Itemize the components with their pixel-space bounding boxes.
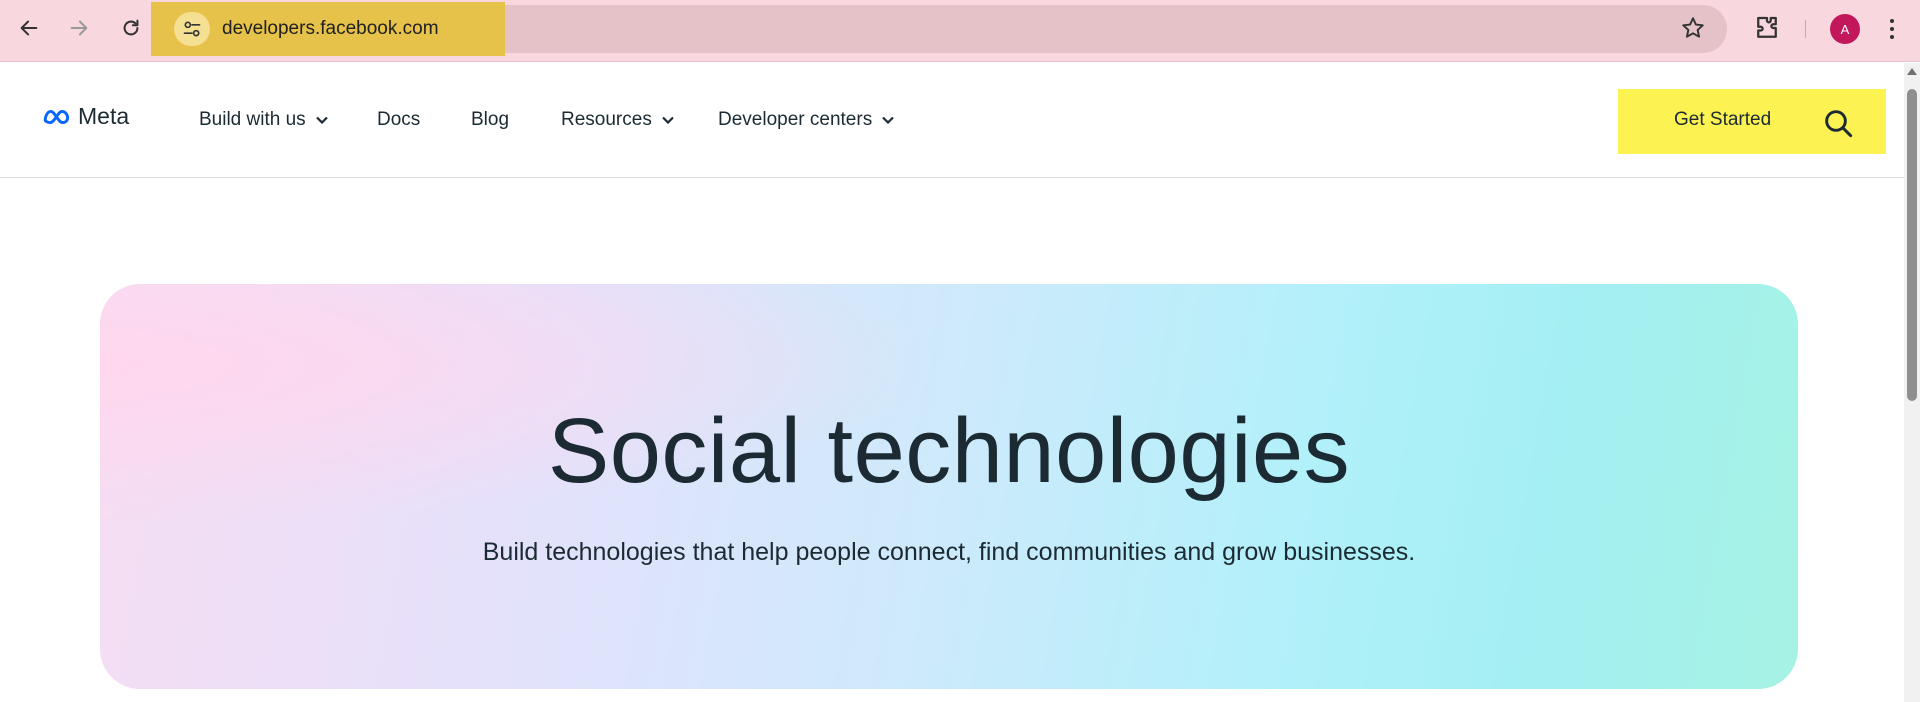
url-text[interactable]: developers.facebook.com xyxy=(222,18,439,40)
logo-text: Meta xyxy=(78,103,130,129)
scroll-up-icon[interactable] xyxy=(1907,68,1917,75)
meta-logo[interactable]: Meta xyxy=(42,103,129,130)
get-started-button[interactable]: Get Started xyxy=(1618,89,1886,154)
nav-label: Resources xyxy=(561,109,652,130)
get-started-label: Get Started xyxy=(1674,109,1772,130)
puzzle-icon xyxy=(1757,16,1777,38)
kebab-menu-icon xyxy=(1890,19,1894,23)
nav-label: Docs xyxy=(377,109,421,130)
toolbar-divider xyxy=(1805,20,1806,38)
chevron-down-icon xyxy=(882,116,894,124)
nav-developer-centers[interactable]: Developer centers xyxy=(718,109,894,131)
nav-build-with-us[interactable]: Build with us xyxy=(199,109,328,131)
profile-avatar[interactable]: A xyxy=(1830,14,1860,44)
extensions-button[interactable] xyxy=(1752,13,1782,48)
chevron-down-icon xyxy=(662,116,674,124)
chevron-down-icon xyxy=(315,116,328,124)
forward-button[interactable] xyxy=(64,13,94,43)
back-arrow-icon xyxy=(20,20,38,36)
hero-subtitle: Build technologies that help people conn… xyxy=(482,538,1416,566)
nav-label: Blog xyxy=(471,109,510,130)
search-icon[interactable] xyxy=(1822,107,1854,139)
hero-banner: Social technologies Build technologies t… xyxy=(100,284,1798,689)
nav-docs[interactable]: Docs xyxy=(377,109,420,131)
star-icon xyxy=(1682,17,1704,38)
nav-resources[interactable]: Resources xyxy=(561,109,674,131)
reload-icon xyxy=(123,19,139,36)
back-button[interactable] xyxy=(14,13,44,43)
page-scrollbar[interactable] xyxy=(1904,63,1920,702)
browser-menu-button[interactable] xyxy=(1880,14,1904,44)
forward-arrow-icon xyxy=(70,20,88,36)
hero-title: Social technologies xyxy=(547,400,1351,502)
site-settings-icon xyxy=(183,21,201,37)
site-info-button[interactable] xyxy=(174,12,210,46)
nav-blog[interactable]: Blog xyxy=(471,109,509,131)
bookmark-button[interactable] xyxy=(1680,15,1706,46)
browser-toolbar: developers.facebook.com A xyxy=(0,0,1920,62)
scroll-thumb[interactable] xyxy=(1907,89,1917,401)
site-header: Meta Build with us Docs Blog Resources D… xyxy=(0,63,1904,178)
nav-label: Build with us xyxy=(199,109,306,130)
nav-label: Developer centers xyxy=(718,109,873,130)
meta-infinity-icon xyxy=(43,109,70,124)
reload-button[interactable] xyxy=(116,13,146,43)
